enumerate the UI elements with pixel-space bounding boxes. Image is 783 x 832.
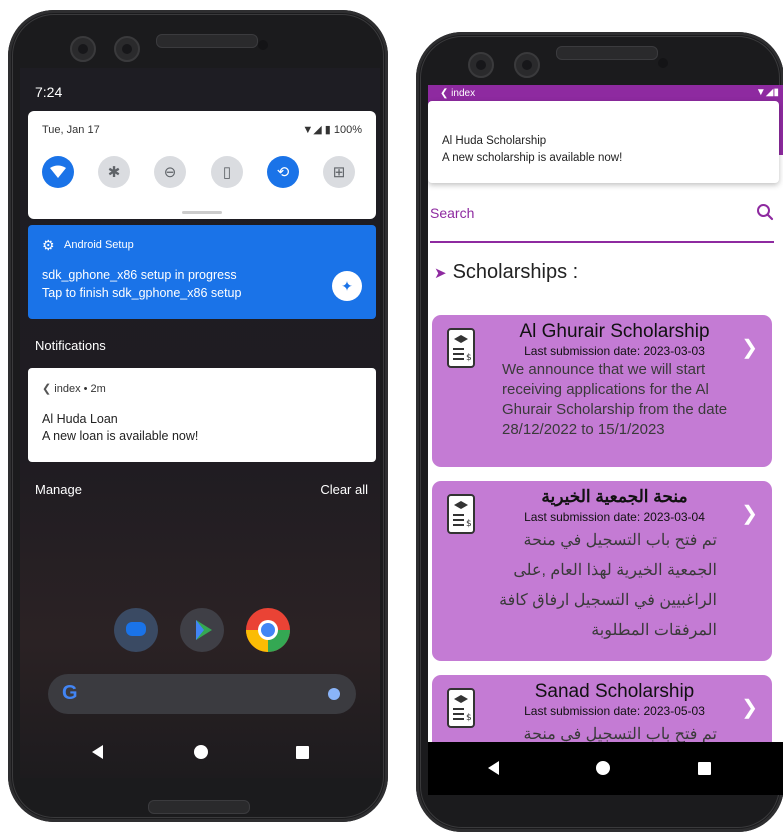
- scholarship-title: منحة الجمعية الخيرية: [541, 487, 688, 506]
- battery-saver-icon[interactable]: ⊞: [323, 156, 355, 188]
- magic-wand-icon[interactable]: ✦: [332, 271, 362, 301]
- front-camera-icon: [468, 52, 494, 78]
- quick-settings-panel: Tue, Jan 17 ▼◢ ▮ 100% ✱ ⊖ ▯ ⟲ ⊞: [28, 111, 376, 219]
- loan-notification[interactable]: ❮ index • 2m Al Huda Loan A new loan is …: [28, 368, 376, 462]
- battery-icon: ▮: [324, 124, 331, 136]
- play-store-icon[interactable]: [180, 608, 224, 652]
- scholarship-document-icon: $: [447, 688, 475, 728]
- chevron-right-icon[interactable]: ❯: [741, 695, 758, 720]
- date-label: Tue, Jan 17: [42, 124, 100, 136]
- notification-app-row: ❮ index • 2m: [42, 382, 106, 395]
- scholarship-date: Last submission date: 2023-03-03: [524, 344, 705, 358]
- scholarship-description: تم فتح باب التسجيل في منحة الجمعية الخير…: [499, 532, 717, 639]
- setup-line-2: Tap to finish sdk_gphone_x86 setup: [42, 286, 242, 300]
- search-placeholder: Search: [430, 205, 475, 221]
- google-search-bar[interactable]: G: [48, 674, 356, 714]
- section-title: ➤ Scholarships :: [434, 261, 578, 284]
- battery-text: 100%: [333, 124, 362, 136]
- do-not-disturb-icon[interactable]: ⊖: [154, 156, 186, 188]
- bottom-speaker: [148, 800, 250, 814]
- search-icon[interactable]: [756, 203, 774, 221]
- scholarship-title: Sanad Scholarship: [534, 681, 695, 702]
- status-app-row: ❮ index: [440, 88, 475, 99]
- signal-battery-icon: ▼◢▮: [755, 87, 779, 98]
- home-icon[interactable]: [596, 761, 610, 775]
- auto-rotate-icon[interactable]: ⟲: [267, 156, 299, 188]
- right-phone-screen: ❮ index ▼◢▮ Al Huda Scholarship A new sc…: [428, 85, 783, 795]
- scholarship-description: We announce that we will start receiving…: [502, 361, 728, 438]
- status-time: 7:24: [35, 84, 63, 100]
- front-sensor-icon: [514, 52, 540, 78]
- notification-app-name: index • 2m: [54, 383, 106, 395]
- chevron-right-icon[interactable]: ❯: [741, 501, 758, 526]
- google-logo-icon: G: [62, 682, 78, 704]
- search-field[interactable]: Search: [430, 203, 774, 243]
- scholarship-document-icon: $: [447, 328, 475, 368]
- clear-all-button[interactable]: Clear all: [320, 482, 368, 497]
- scholarship-card[interactable]: $ منحة الجمعية الخيرية Last submission d…: [432, 481, 772, 661]
- setup-line-1: sdk_gphone_x86 setup in progress: [42, 268, 237, 282]
- app-title: index: [451, 88, 476, 99]
- arrow-right-icon: ➤: [434, 265, 447, 282]
- setup-notification[interactable]: ⚙ Android Setup sdk_gphone_x86 setup in …: [28, 225, 376, 319]
- wifi-signal-icon: ▼◢: [302, 124, 322, 136]
- system-status: ▼◢ ▮ 100%: [302, 123, 362, 136]
- banner-body: A new scholarship is available now!: [442, 152, 623, 164]
- notification-body: A new loan is available now!: [42, 429, 199, 443]
- left-phone-screen: 7:24 Tue, Jan 17 ▼◢ ▮ 100% ✱ ⊖ ▯ ⟲ ⊞ ⚙ A…: [20, 68, 380, 778]
- back-icon[interactable]: [488, 761, 499, 775]
- proximity-sensor: [658, 58, 668, 68]
- scholarship-date: Last submission date: 2023-03-04: [524, 510, 705, 524]
- svg-text:$: $: [466, 353, 472, 363]
- assistant-icon[interactable]: [328, 688, 340, 700]
- front-camera-icon: [70, 36, 96, 62]
- manage-button[interactable]: Manage: [35, 482, 82, 497]
- flutter-icon: ❮: [42, 383, 52, 395]
- back-icon[interactable]: [92, 745, 103, 759]
- messages-app-icon[interactable]: [114, 608, 158, 652]
- drag-handle[interactable]: [182, 211, 222, 214]
- top-speaker: [156, 34, 258, 48]
- scholarship-card[interactable]: $ Al Ghurair Scholarship Last submission…: [432, 315, 772, 467]
- chevron-right-icon[interactable]: ❯: [741, 335, 758, 360]
- recents-icon[interactable]: [296, 746, 309, 759]
- scholarship-title: Al Ghurair Scholarship: [519, 321, 710, 342]
- scholarship-banner-notification[interactable]: Al Huda Scholarship A new scholarship is…: [428, 101, 779, 183]
- top-speaker: [556, 46, 658, 60]
- bluetooth-icon[interactable]: ✱: [98, 156, 130, 188]
- recents-icon[interactable]: [698, 762, 711, 775]
- chrome-icon[interactable]: [246, 608, 290, 652]
- svg-text:$: $: [466, 713, 472, 723]
- wifi-icon[interactable]: [42, 156, 74, 188]
- svg-text:$: $: [466, 519, 472, 529]
- notifications-header: Notifications: [35, 338, 106, 353]
- setup-app-name: Android Setup: [64, 239, 134, 251]
- flutter-icon: ❮: [440, 88, 449, 99]
- front-sensor-icon: [114, 36, 140, 62]
- banner-title: Al Huda Scholarship: [442, 135, 547, 147]
- right-nav-bar: [428, 742, 783, 795]
- left-nav-bar: [20, 726, 380, 778]
- notification-title: Al Huda Loan: [42, 412, 118, 426]
- scholarship-date: Last submission date: 2023-05-03: [524, 704, 705, 718]
- scholarship-document-icon: $: [447, 494, 475, 534]
- proximity-sensor: [258, 40, 268, 50]
- flashlight-icon[interactable]: ▯: [211, 156, 243, 188]
- gear-icon: ⚙: [42, 237, 55, 253]
- home-icon[interactable]: [194, 745, 208, 759]
- section-title-text: Scholarships :: [452, 261, 579, 283]
